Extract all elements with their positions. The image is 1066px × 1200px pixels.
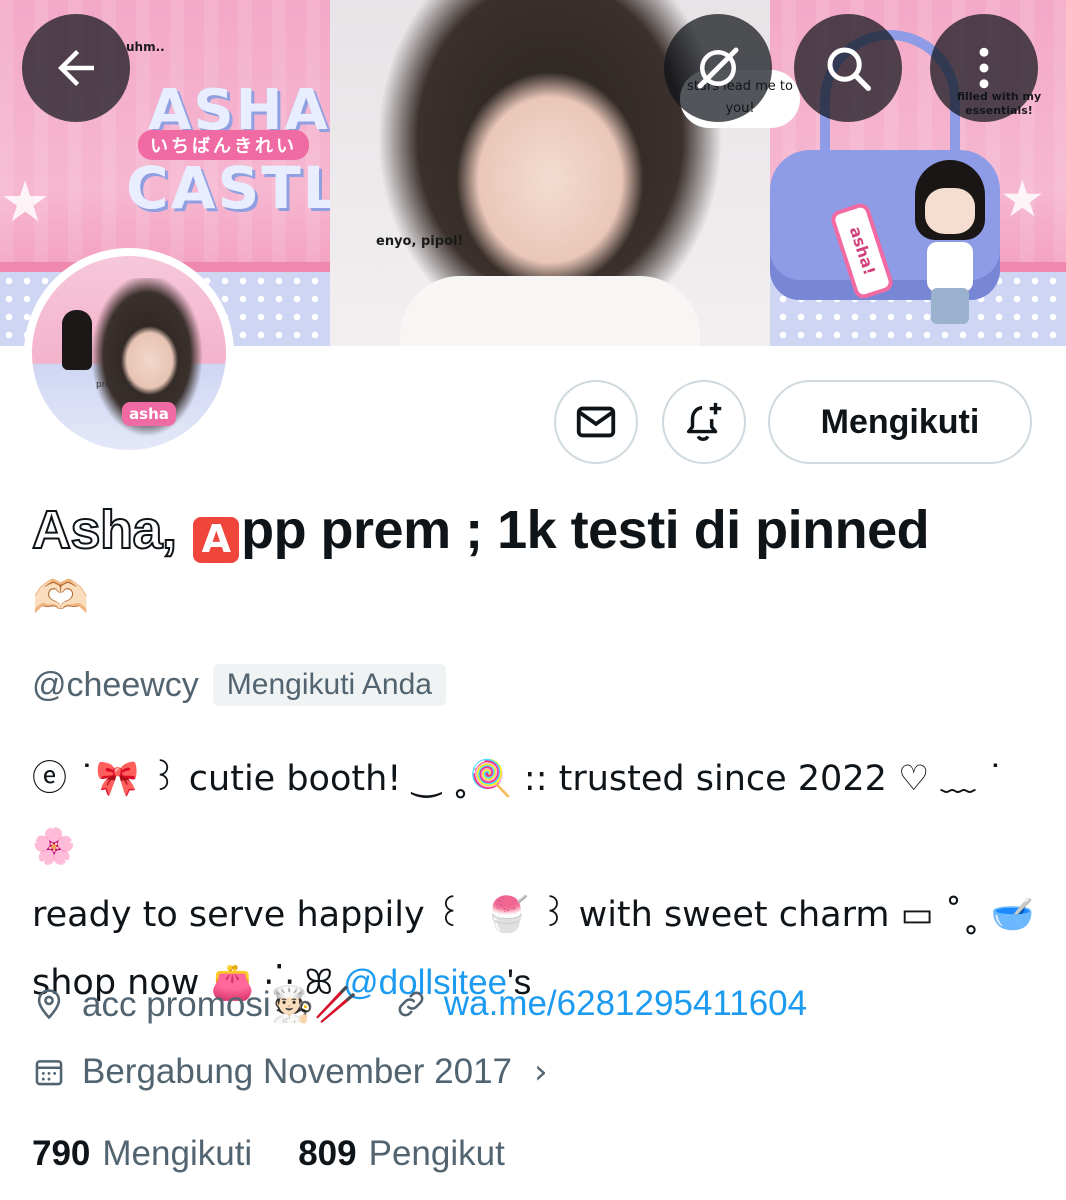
mail-icon <box>576 406 616 438</box>
following-stat[interactable]: 790 Mengikuti <box>32 1134 252 1174</box>
message-button[interactable] <box>554 380 638 464</box>
calendar-icon <box>35 1060 63 1086</box>
location-pin-icon <box>37 989 61 1020</box>
grok-button[interactable] <box>664 14 772 122</box>
notification-button[interactable] <box>662 380 746 464</box>
chevron-right-icon: › <box>534 1052 548 1092</box>
following-count: 790 <box>32 1134 91 1173</box>
followers-stat[interactable]: 809 Pengikut <box>298 1134 505 1174</box>
arrow-left-icon <box>58 50 94 86</box>
avatar-image: asha premier <box>32 256 226 450</box>
location-text: acc promosi🧑🏻‍🍳🥢 <box>82 984 358 1024</box>
profile-display-name: Asha, App prem ; 1k testi di pinned <box>31 494 1042 566</box>
meta-row-joined[interactable]: Bergabung November 2017 › <box>32 1046 548 1098</box>
followers-count: 809 <box>298 1134 357 1173</box>
grok-icon <box>697 47 739 89</box>
heart-hands-icon: 🫶🏻 <box>32 570 90 624</box>
doll-illustration <box>905 160 995 335</box>
star-icon: ★ <box>0 170 51 235</box>
link-icon <box>398 991 424 1017</box>
back-button[interactable] <box>22 14 130 122</box>
letter-a-badge-icon: A <box>193 517 240 563</box>
handle-row: @cheewcy Mengikuti Anda <box>32 660 446 710</box>
doll-legs <box>931 288 969 324</box>
website-link[interactable]: wa.me/6281295411604 <box>444 984 807 1024</box>
following-label: Mengikuti <box>102 1134 253 1173</box>
more-button[interactable] <box>930 14 1038 122</box>
banner-greeting: enyo, pipol! <box>376 234 464 249</box>
more-vertical-icon <box>979 47 989 89</box>
name-rest: pp prem ; 1k testi di pinned <box>241 500 930 560</box>
profile-avatar[interactable]: asha premier <box>24 248 234 458</box>
joined-date: Bergabung November 2017 <box>82 1052 513 1091</box>
bell-plus-icon <box>686 402 722 441</box>
star-icon: ★ <box>1000 170 1045 228</box>
meta-row-location-link: acc promosi🧑🏻‍🍳🥢 wa.me/6281295411604 <box>32 978 807 1030</box>
profile-bio: ⓔ ˙🎀 ꒱ cutie booth! ‿ ˳🍭 :: trusted sinc… <box>32 745 1042 1017</box>
following-button[interactable]: Mengikuti <box>768 380 1032 464</box>
bio-line-1: ⓔ ˙🎀 ꒱ cutie booth! ‿ ˳🍭 :: trusted sinc… <box>32 759 1005 867</box>
avatar-badge: asha <box>122 402 176 426</box>
bio-line-2: ready to serve happily ꒰ ͏ 🍧 ꒱ with swee… <box>32 895 1035 935</box>
profile-stats: 790 Mengikuti 809 Pengikut <box>32 1128 505 1180</box>
search-icon <box>827 47 871 91</box>
avatar-label: premier <box>96 380 132 390</box>
followers-label: Pengikut <box>368 1134 505 1173</box>
doll-face <box>925 188 975 234</box>
banner-caption-left: uhm.. <box>126 40 165 54</box>
search-button[interactable] <box>794 14 902 122</box>
banner-portrait-shirt <box>400 276 700 346</box>
profile-handle: @cheewcy <box>32 665 199 704</box>
follows-you-badge: Mengikuti Anda <box>212 664 446 706</box>
doll-body <box>927 242 973 292</box>
name-prefix: Asha, <box>31 499 178 561</box>
